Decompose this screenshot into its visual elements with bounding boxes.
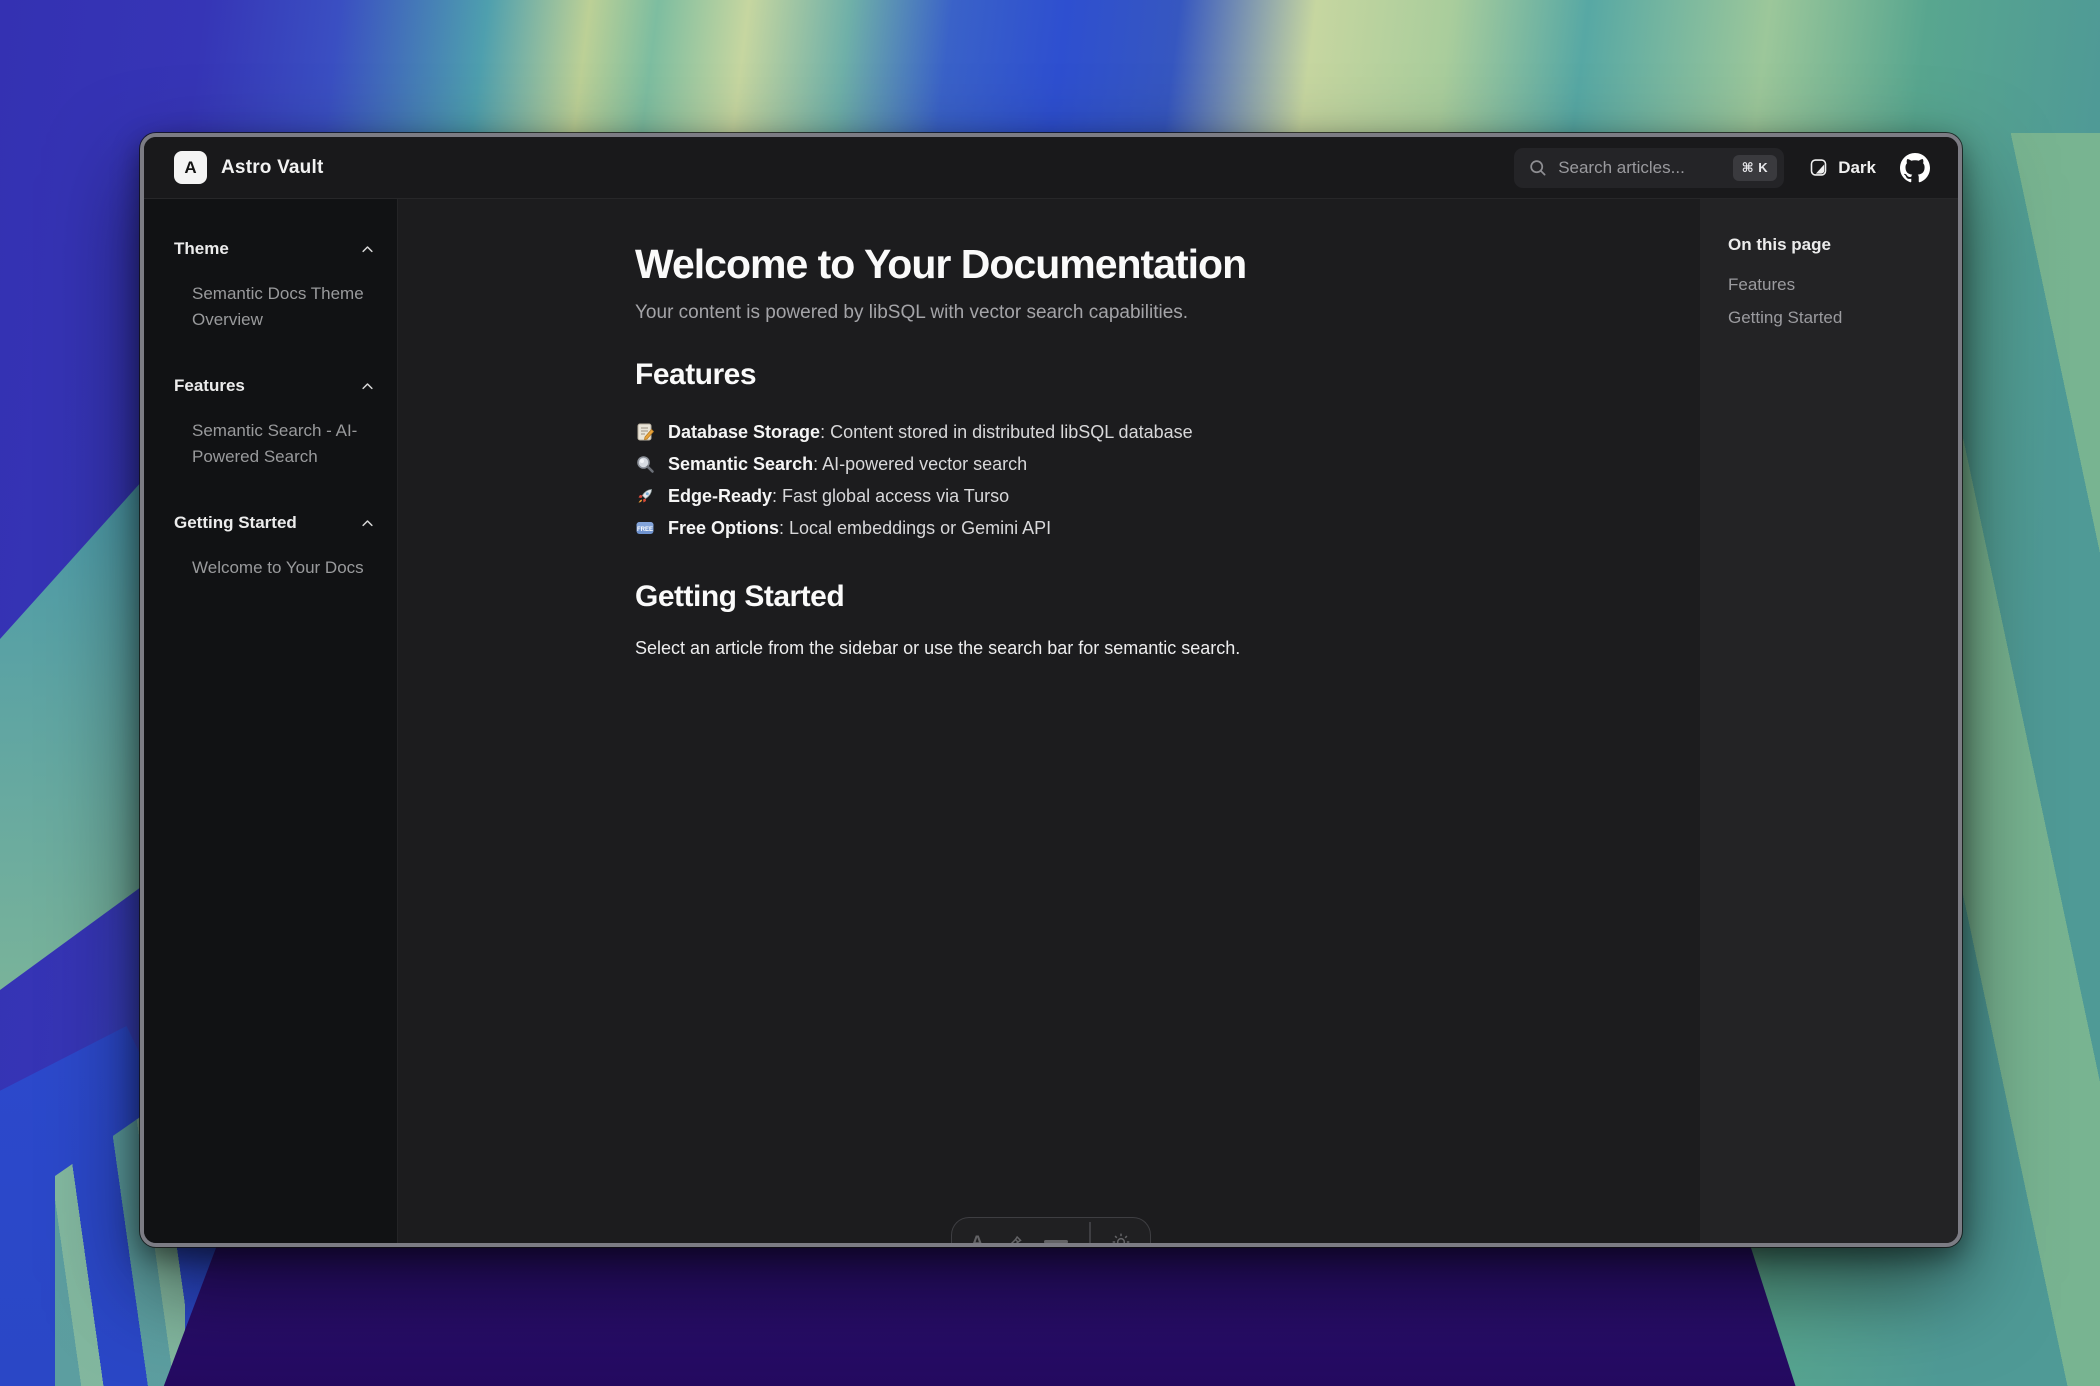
theme-toggle-button[interactable]: Dark (1808, 157, 1876, 178)
main-content: Welcome to Your Documentation Your conte… (398, 199, 1700, 1243)
search-icon (1528, 158, 1547, 177)
magnifier-emoji (635, 454, 655, 474)
search-shortcut-badge: ⌘ K (1733, 155, 1778, 181)
app-window: A Astro Vault Search articles... ⌘ K (140, 133, 1962, 1247)
text-tool-icon[interactable]: A (971, 1232, 983, 1248)
floating-toolbar[interactable]: A (951, 1217, 1151, 1247)
feature-text: Semantic Search: AI-powered vector searc… (668, 454, 1027, 475)
top-bar-actions: Search articles... ⌘ K Dark (1514, 148, 1930, 188)
page-title: Welcome to Your Documentation (635, 241, 1660, 288)
feature-item-edge-ready: Edge-Ready: Fast global access via Turso (635, 480, 1660, 512)
theme-contrast-icon (1808, 157, 1829, 178)
toolbar-divider (1089, 1222, 1091, 1248)
line-tool-icon[interactable] (1043, 1238, 1069, 1246)
settings-gear-icon[interactable] (1111, 1232, 1131, 1248)
sidebar-section-label: Getting Started (174, 513, 297, 533)
sidebar-item-welcome-to-your-docs[interactable]: Welcome to Your Docs (192, 555, 375, 581)
search-input[interactable]: Search articles... ⌘ K (1514, 148, 1784, 188)
wallpaper-purple-floor (0, 1236, 2100, 1386)
app-logo[interactable]: A (174, 151, 207, 184)
feature-text: Edge-Ready: Fast global access via Turso (668, 486, 1009, 507)
feature-text: Database Storage: Content stored in dist… (668, 422, 1193, 443)
sidebar-section-features: Features Semantic Search - AI-Powered Se… (174, 376, 375, 469)
sidebar-section-label: Features (174, 376, 245, 396)
toc-link-getting-started[interactable]: Getting Started (1728, 308, 1934, 328)
feature-text: Free Options: Local embeddings or Gemini… (668, 518, 1051, 539)
github-link[interactable] (1900, 153, 1930, 183)
top-bar: A Astro Vault Search articles... ⌘ K (144, 137, 1958, 199)
sidebar-section-features-header[interactable]: Features (174, 376, 375, 396)
page-subtitle: Your content is powered by libSQL with v… (635, 302, 1660, 324)
sidebar-section-getting-started-header[interactable]: Getting Started (174, 513, 375, 533)
sidebar-section-label: Theme (174, 239, 229, 259)
sidebar-section-theme-header[interactable]: Theme (174, 239, 375, 259)
feature-list: Database Storage: Content stored in dist… (635, 416, 1660, 544)
svg-text:FREE: FREE (637, 527, 653, 533)
sidebar-nav: Theme Semantic Docs Theme Overview Featu… (144, 199, 398, 1243)
brand-title: Astro Vault (221, 157, 324, 179)
free-button-emoji: FREE (635, 518, 655, 538)
on-this-page-title: On this page (1728, 235, 1934, 255)
sidebar-item-semantic-docs-theme-overview[interactable]: Semantic Docs Theme Overview (192, 281, 375, 332)
feature-item-semantic-search: Semantic Search: AI-powered vector searc… (635, 448, 1660, 480)
chevron-up-icon (360, 516, 375, 531)
brand[interactable]: A Astro Vault (174, 151, 324, 184)
window-body: Theme Semantic Docs Theme Overview Featu… (144, 199, 1958, 1243)
getting-started-heading: Getting Started (635, 580, 1660, 614)
pen-tool-icon[interactable] (1003, 1232, 1023, 1248)
sidebar-section-theme: Theme Semantic Docs Theme Overview (174, 239, 375, 332)
sidebar-section-getting-started: Getting Started Welcome to Your Docs (174, 513, 375, 581)
feature-item-free-options: FREE Free Options: Local embeddings or G… (635, 512, 1660, 544)
feature-item-database-storage: Database Storage: Content stored in dist… (635, 416, 1660, 448)
rocket-emoji (635, 486, 655, 506)
wallpaper-right-green-bands (1955, 133, 2100, 1386)
chevron-up-icon (360, 242, 375, 257)
search-placeholder: Search articles... (1558, 158, 1721, 178)
sidebar-item-semantic-search[interactable]: Semantic Search - AI-Powered Search (192, 418, 375, 469)
getting-started-body: Select an article from the sidebar or us… (635, 638, 1660, 659)
theme-toggle-label: Dark (1838, 158, 1876, 178)
toc-link-features[interactable]: Features (1728, 275, 1934, 295)
on-this-page-panel: On this page Features Getting Started (1700, 199, 1958, 1243)
features-heading: Features (635, 358, 1660, 392)
memo-emoji (635, 422, 655, 442)
github-icon (1900, 153, 1930, 183)
chevron-up-icon (360, 379, 375, 394)
app-logo-letter: A (184, 158, 196, 178)
